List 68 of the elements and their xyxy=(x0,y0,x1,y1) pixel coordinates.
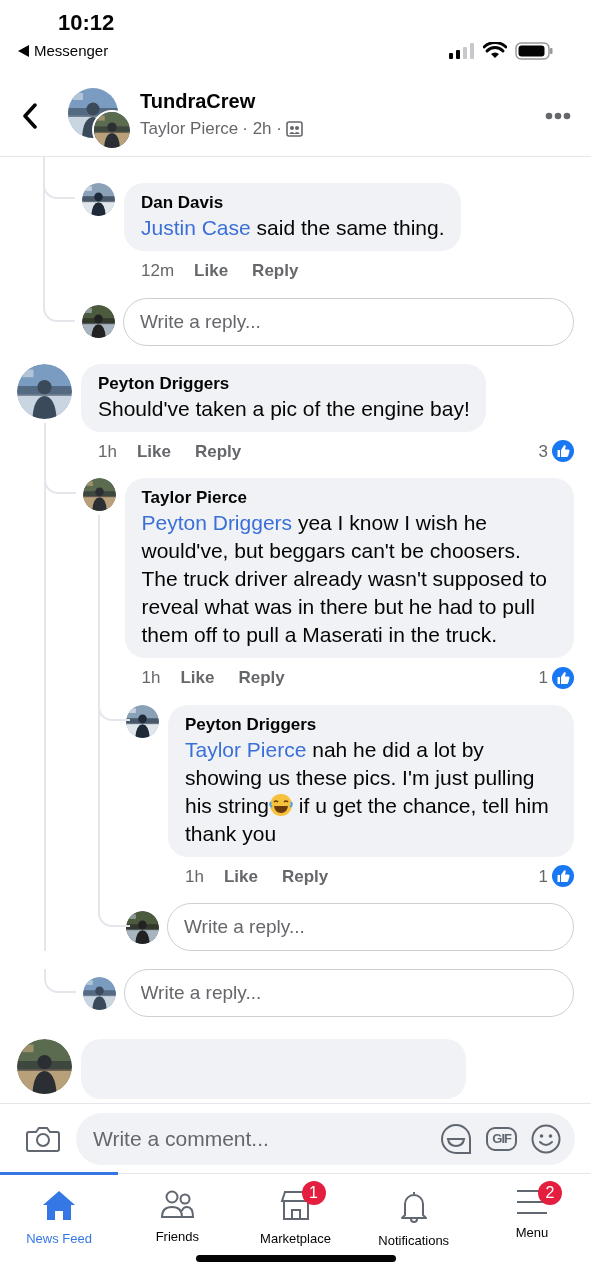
reply-button[interactable]: Reply xyxy=(194,438,242,464)
signal-icon xyxy=(449,42,475,59)
reaction-count: 1 xyxy=(538,865,548,888)
comment-field[interactable]: Write a comment... GIF xyxy=(76,1112,575,1165)
back-button[interactable] xyxy=(22,102,38,129)
comment-text: Should've taken a pic of the engine bay! xyxy=(98,395,470,422)
comment-time: 12m xyxy=(141,260,175,282)
menu-icon xyxy=(515,1189,548,1215)
like-button[interactable]: Like xyxy=(194,258,229,284)
tab[interactable]: Notifications xyxy=(354,1172,473,1255)
tab[interactable]: Menu 2 xyxy=(472,1172,591,1255)
more-button[interactable] xyxy=(545,111,571,120)
gif-button[interactable]: GIF xyxy=(486,1126,517,1151)
friends-icon xyxy=(160,1189,195,1219)
sticker-button[interactable] xyxy=(440,1122,473,1155)
emoji-button[interactable] xyxy=(531,1123,561,1154)
comment-text: Peyton Driggers yea I know I wish he would've, but beggars can't be choosers. The truck driver already wasn't supposed to reveal what was in there but he had to pull them off to pull a Maserati in the truck. xyxy=(141,510,549,648)
camera-button[interactable] xyxy=(26,1124,60,1153)
like-icon xyxy=(552,440,574,463)
notification-badge: 1 xyxy=(301,1181,326,1205)
tab[interactable]: News Feed xyxy=(0,1172,119,1255)
comment-text: Justin Case said the same thing. xyxy=(141,215,445,241)
back-to-app-link[interactable]: Messenger xyxy=(18,40,115,63)
battery-icon xyxy=(515,41,553,60)
more-icon xyxy=(545,111,571,120)
reaction-count: 1 xyxy=(538,667,548,689)
comment-author[interactable]: Dan Davis xyxy=(141,192,445,214)
thread-connector xyxy=(43,969,76,993)
comment-time: 1h xyxy=(185,865,204,888)
smiley-icon xyxy=(531,1123,561,1154)
like-button[interactable]: Like xyxy=(180,665,215,691)
reply-button[interactable]: Reply xyxy=(281,863,329,889)
post-time: · 2h · xyxy=(242,118,282,141)
comment-author[interactable]: Taylor Pierce xyxy=(141,487,558,509)
sticker-icon xyxy=(440,1122,473,1155)
like-icon xyxy=(552,666,574,689)
like-icon xyxy=(552,865,574,888)
tab[interactable]: Friends xyxy=(118,1172,237,1255)
reply-button[interactable]: Reply xyxy=(238,665,285,691)
reply-field[interactable]: Write a reply... xyxy=(123,969,574,1017)
post-author[interactable]: Taylor Pierce xyxy=(140,116,239,142)
comment-author[interactable]: Peyton Driggers xyxy=(185,713,558,736)
back-icon xyxy=(22,102,38,129)
thread-connector xyxy=(43,297,75,322)
bell-icon xyxy=(398,1189,429,1223)
laughing-emoji-icon xyxy=(269,792,294,817)
reply-field[interactable]: Write a reply... xyxy=(123,297,574,346)
reply-button[interactable]: Reply xyxy=(252,258,299,284)
back-triangle-icon xyxy=(18,45,29,58)
wifi-icon xyxy=(483,42,507,59)
comment-time: 1h xyxy=(141,667,161,689)
group-icon xyxy=(285,121,303,137)
reaction-count: 3 xyxy=(538,440,548,463)
notification-badge: 2 xyxy=(537,1181,562,1205)
mention-link[interactable]: Justin Case xyxy=(141,216,251,239)
camera-icon xyxy=(26,1124,60,1153)
comment-text: Taylor Pierce nah he did a lot by showing us these pics. I'm just pulling his string if u get the chance, tell him thank you xyxy=(185,736,550,847)
comment-author[interactable]: Peyton Driggers xyxy=(98,372,470,395)
comment-time: 1h xyxy=(98,440,117,463)
like-button[interactable]: Like xyxy=(136,438,171,464)
home-icon xyxy=(42,1189,77,1221)
tab[interactable]: Marketplace 1 xyxy=(236,1172,355,1255)
group-name[interactable]: TundraCrew xyxy=(140,89,545,114)
status-time: 10:12 xyxy=(58,10,115,36)
mention-link[interactable]: Taylor Pierce xyxy=(185,737,307,761)
like-button[interactable]: Like xyxy=(223,863,258,889)
reply-field[interactable]: Write a reply... xyxy=(167,903,574,951)
mention-link[interactable]: Peyton Driggers xyxy=(141,511,293,534)
